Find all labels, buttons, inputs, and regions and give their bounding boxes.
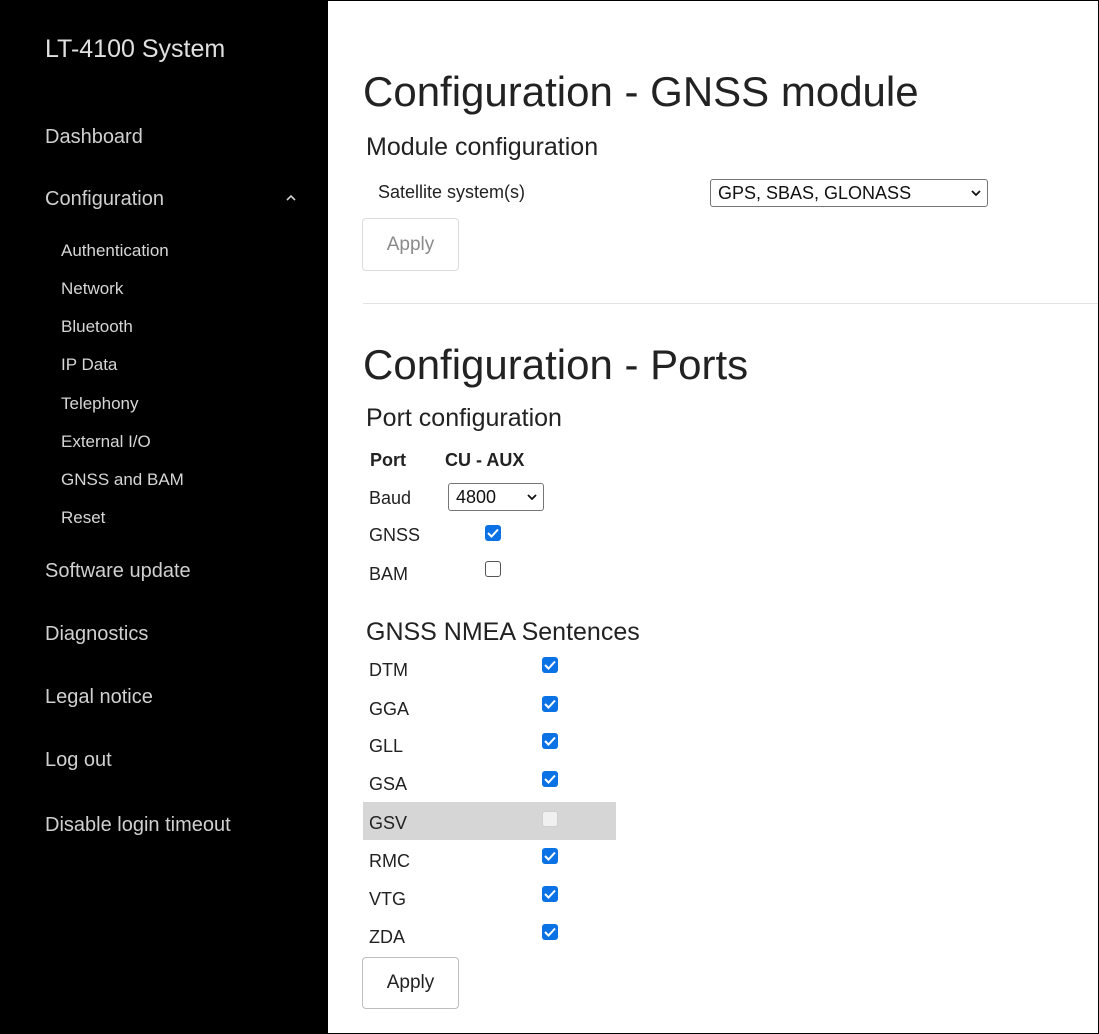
chevron-down-icon	[527, 494, 537, 501]
nav-log-out[interactable]: Log out	[45, 749, 112, 772]
nav-diagnostics[interactable]: Diagnostics	[45, 623, 148, 646]
nmea-vtg-checkbox[interactable]	[542, 886, 558, 902]
nav-disable-login-timeout[interactable]: Disable login timeout	[45, 814, 231, 837]
nmea-rmc-label: RMC	[369, 851, 410, 871]
cu-aux-column-header: CU - AUX	[445, 450, 525, 470]
app-window: LT-4100 System Dashboard Configuration A…	[0, 0, 1099, 1034]
nmea-rmc-checkbox[interactable]	[542, 848, 558, 864]
nav-sub-telephony[interactable]: Telephony	[61, 394, 139, 414]
main-content: Configuration - GNSS module Module confi…	[328, 1, 1098, 1033]
nmea-zda-label: ZDA	[369, 927, 405, 947]
nmea-gga-checkbox[interactable]	[542, 696, 558, 712]
baud-select[interactable]: 4800	[448, 483, 544, 511]
port-bam-label: BAM	[369, 564, 409, 584]
checkmark-icon	[544, 851, 556, 861]
gnss-page-title: Configuration - GNSS module	[363, 68, 919, 115]
nmea-gsa-label: GSA	[369, 774, 408, 794]
checkmark-icon	[544, 889, 556, 899]
nav-sub-authentication[interactable]: Authentication	[61, 241, 169, 261]
brand-title: LT-4100 System	[45, 35, 226, 63]
nmea-gsv-label: GSV	[369, 813, 408, 833]
port-gnss-label: GNSS	[369, 525, 421, 545]
satellite-system-value: GPS, SBAS, GLONASS	[718, 182, 912, 203]
nmea-heading: GNSS NMEA Sentences	[366, 618, 640, 646]
port-gnss-checkbox[interactable]	[485, 525, 501, 541]
nav-sub-ip-data[interactable]: IP Data	[61, 355, 117, 375]
nav-software-update[interactable]: Software update	[45, 560, 191, 583]
chevron-down-icon	[971, 190, 981, 197]
checkmark-icon	[544, 774, 556, 784]
nav-sub-network[interactable]: Network	[61, 279, 123, 299]
port-config-heading: Port configuration	[366, 404, 562, 432]
satellite-system-select[interactable]: GPS, SBAS, GLONASS	[710, 179, 988, 207]
nmea-gsv-checkbox[interactable]	[542, 811, 558, 827]
nmea-gsa-checkbox[interactable]	[542, 771, 558, 787]
nmea-gga-label: GGA	[369, 699, 410, 719]
nav-sub-gnss-bam[interactable]: GNSS and BAM	[61, 470, 184, 490]
sidebar: LT-4100 System Dashboard Configuration A…	[1, 1, 328, 1033]
nmea-apply-button[interactable]: Apply	[362, 957, 459, 1009]
module-config-heading: Module configuration	[366, 133, 599, 161]
ports-page-title: Configuration - Ports	[363, 341, 749, 388]
nav-sub-bluetooth[interactable]: Bluetooth	[61, 317, 133, 337]
nmea-zda-checkbox[interactable]	[542, 924, 558, 940]
nav-dashboard[interactable]: Dashboard	[45, 126, 143, 149]
chevron-up-icon[interactable]	[285, 192, 297, 204]
nav-legal-notice[interactable]: Legal notice	[45, 686, 153, 709]
checkmark-icon	[544, 699, 556, 709]
nav-configuration[interactable]: Configuration	[45, 188, 164, 211]
gnss-apply-button[interactable]: Apply	[362, 218, 459, 271]
nmea-dtm-checkbox[interactable]	[542, 657, 558, 673]
checkmark-icon	[544, 927, 556, 937]
nmea-gll-checkbox[interactable]	[542, 733, 558, 749]
nmea-gll-label: GLL	[369, 736, 404, 756]
nmea-vtg-label: VTG	[369, 889, 407, 909]
nmea-dtm-label: DTM	[369, 660, 408, 680]
checkmark-icon	[544, 660, 556, 670]
checkmark-icon	[487, 528, 499, 538]
satellite-system-label: Satellite system(s)	[378, 182, 526, 202]
nav-sub-external-io[interactable]: External I/O	[61, 432, 151, 452]
checkmark-icon	[544, 736, 556, 746]
port-bam-checkbox[interactable]	[485, 561, 501, 577]
section-divider	[363, 303, 1098, 304]
nav-sub-reset[interactable]: Reset	[61, 508, 105, 528]
baud-label: Baud	[369, 488, 412, 508]
baud-value: 4800	[456, 486, 497, 507]
port-column-header: Port	[370, 450, 406, 470]
